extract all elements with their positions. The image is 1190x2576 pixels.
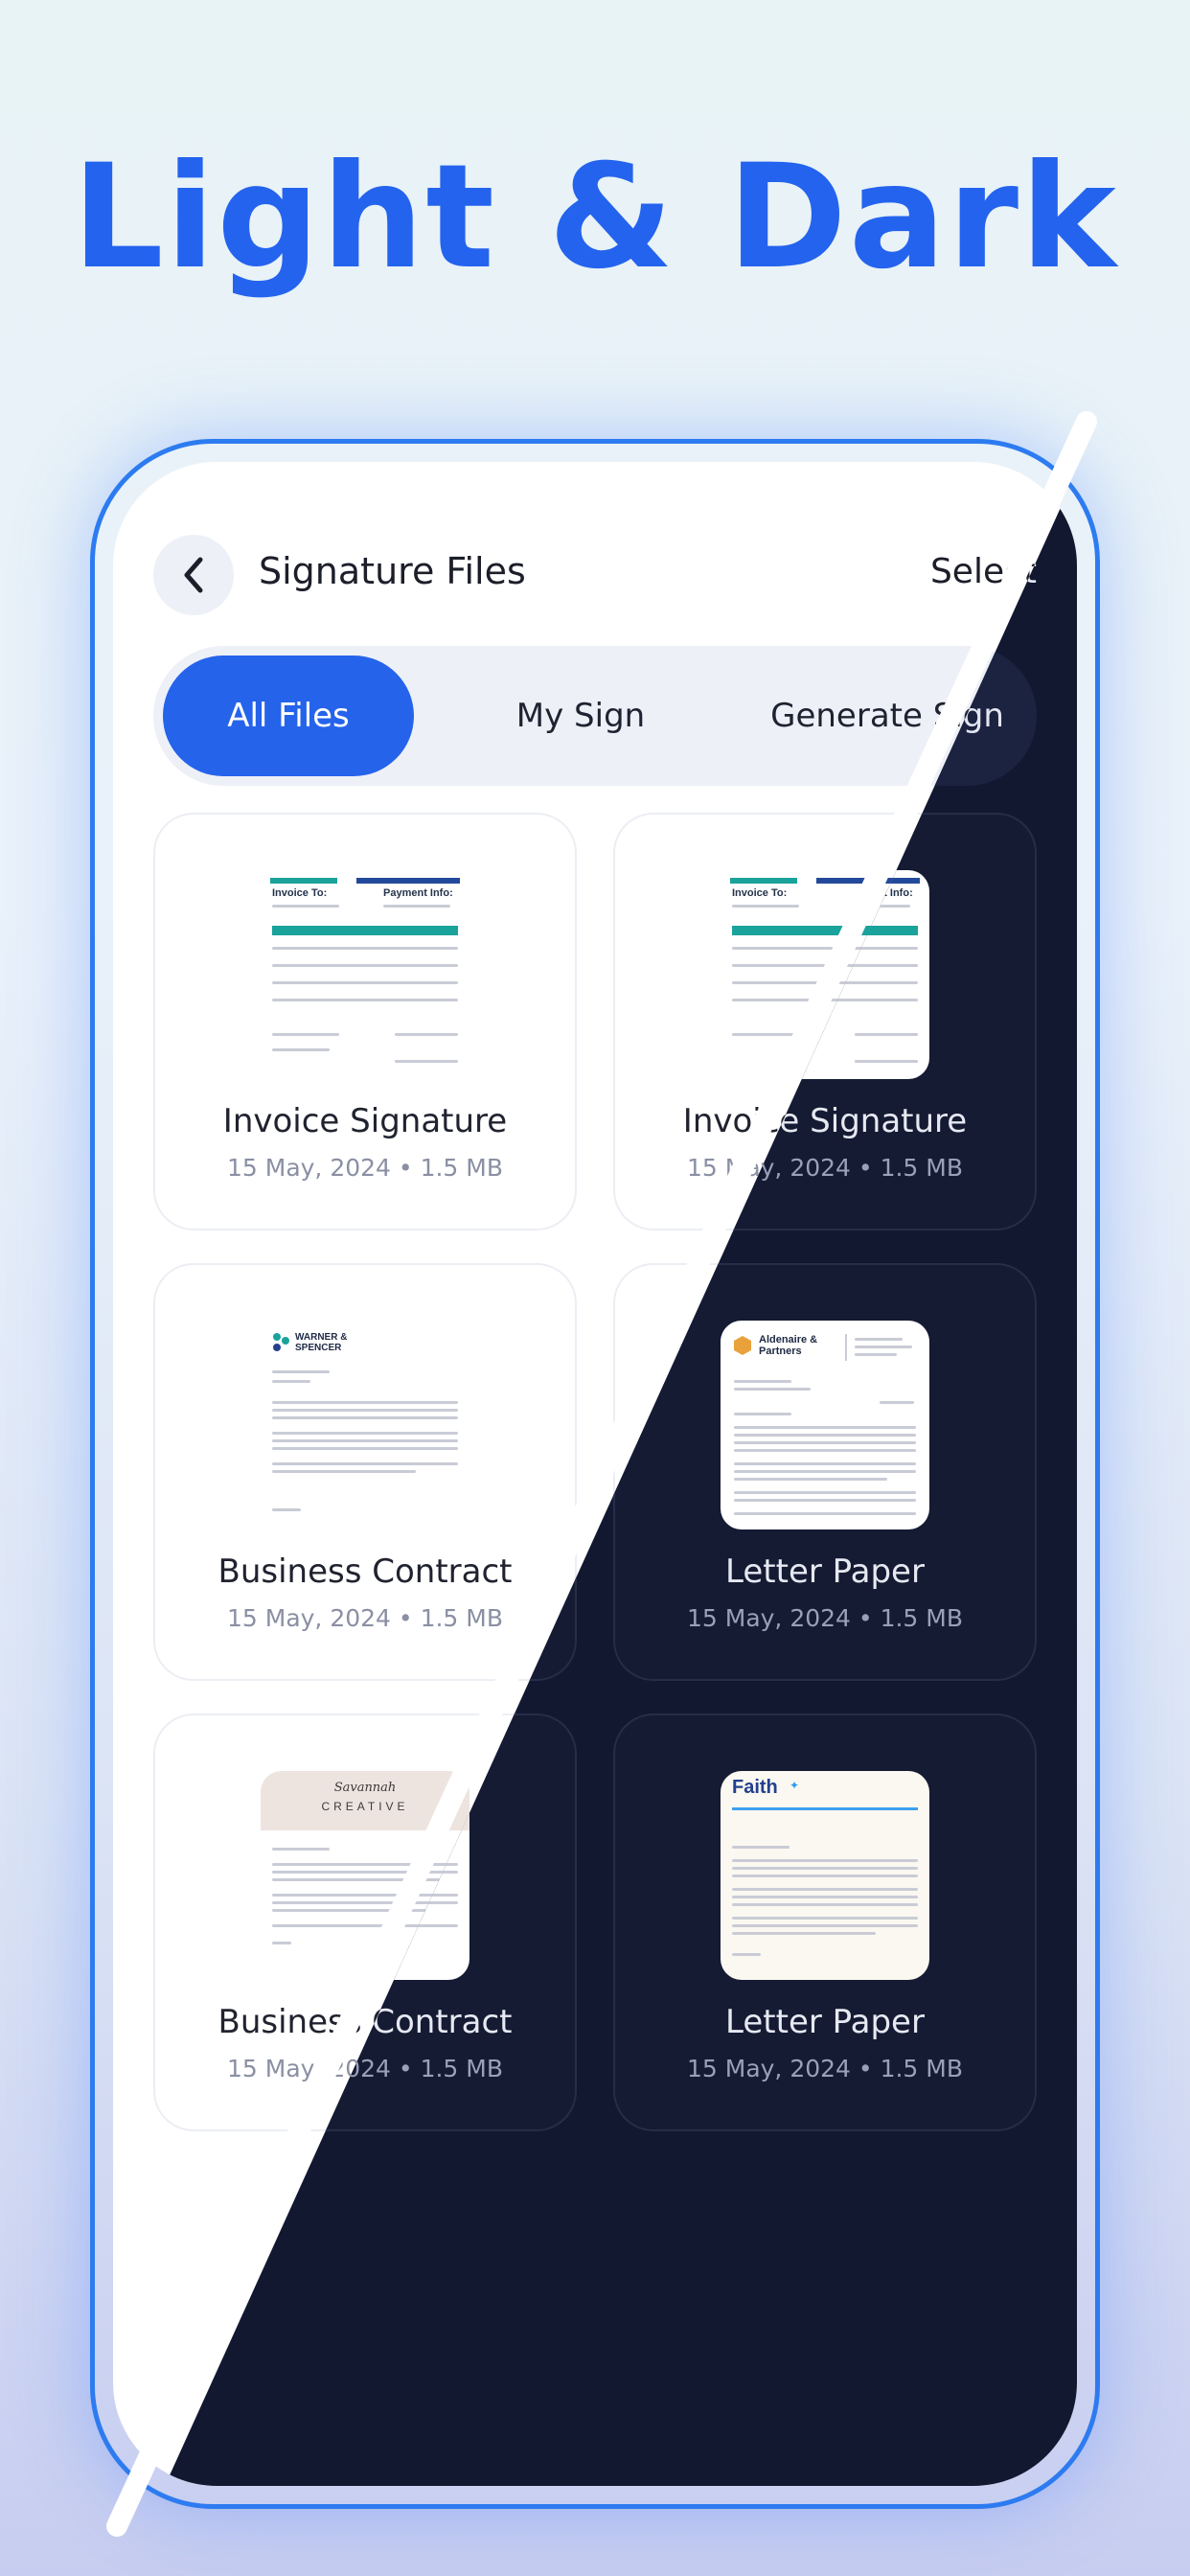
file-title: Business Contract: [217, 1552, 513, 1591]
file-card[interactable]: Invoice To: Payment Info: Invoice Signat…: [153, 813, 577, 1230]
file-meta: 15 May, 2024 • 1.5 MB: [686, 1604, 964, 1632]
invoice-thumbnail: Invoice To: Payment Info:: [261, 870, 469, 1079]
file-meta: 15 May, 2024 • 1.5 MB: [226, 1154, 504, 1182]
file-card[interactable]: WARNER & SPENCER Business Contract 15 Ma…: [153, 1263, 577, 1681]
contract-thumbnail: WARNER & SPENCER: [261, 1321, 469, 1530]
file-title: Invoice Signature: [222, 1102, 508, 1140]
file-card[interactable]: Faith ✦ Letter Paper 15 May, 2024 • 1.5 …: [613, 1714, 1037, 2131]
file-title: Letter Paper: [725, 2003, 925, 2041]
company-logo-icon: [273, 1333, 289, 1351]
select-button[interactable]: Select: [930, 552, 1037, 591]
headline: Light & Dark: [72, 134, 1118, 301]
back-button[interactable]: [153, 535, 234, 615]
letter-thumbnail: Aldenaire & Partners: [721, 1321, 929, 1530]
chevron-left-icon: [184, 557, 203, 593]
tab-my-sign[interactable]: My Sign: [466, 656, 696, 776]
file-meta: 15 May, 2024 • 1.5 MB: [686, 2055, 964, 2082]
file-title: Letter Paper: [725, 1552, 925, 1591]
file-meta: 15 May, 2024 • 1.5 MB: [226, 1604, 504, 1632]
tab-all-files[interactable]: All Files: [163, 656, 414, 776]
tab-bar: All Files My Sign Generate Sign: [153, 646, 1037, 786]
page-title: Signature Files: [259, 550, 526, 592]
faith-thumbnail: Faith ✦: [721, 1771, 929, 1980]
phone-screen: Signature Files Select All Files My Sign…: [113, 462, 1077, 2486]
